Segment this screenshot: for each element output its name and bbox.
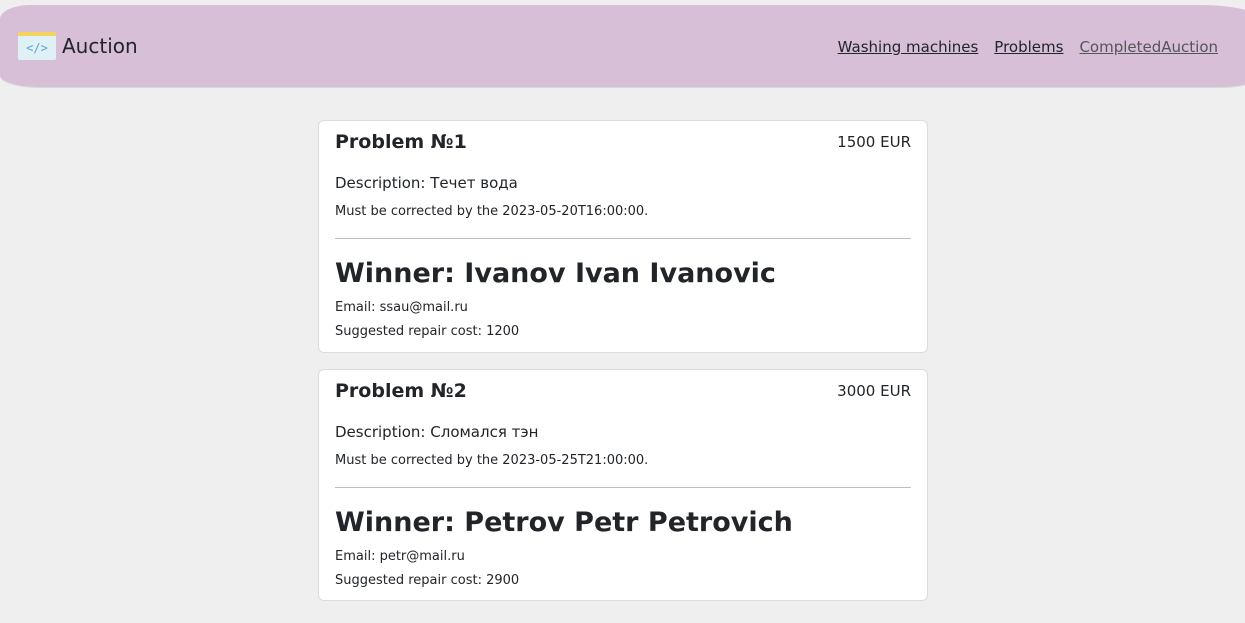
top-navbar: </> Auction Washing machines Problems Co… xyxy=(0,5,1245,87)
winner-email: Email: ssau@mail.ru xyxy=(335,300,468,315)
winner-email: Email: petr@mail.ru xyxy=(335,549,465,564)
brand-link[interactable]: </> Auction xyxy=(18,32,138,60)
problem-description: Description: Сломался тэн xyxy=(335,423,539,441)
card-header: Problem №2 3000 EUR xyxy=(335,370,911,414)
divider xyxy=(335,487,911,488)
problem-deadline: Must be corrected by the 2023-05-20T16:0… xyxy=(335,204,649,219)
winner-name: Winner: Petrov Petr Petrovich xyxy=(335,507,793,538)
nav-washing-machines[interactable]: Washing machines xyxy=(838,38,979,56)
card-header: Problem №1 1500 EUR xyxy=(335,121,911,165)
main-nav: Washing machines Problems CompletedAucti… xyxy=(838,38,1218,56)
svg-text:</>: </> xyxy=(26,41,48,55)
problem-deadline: Must be corrected by the 2023-05-25T21:0… xyxy=(335,453,649,468)
problem-title: Problem №1 xyxy=(335,131,467,153)
brand-name: Auction xyxy=(62,34,138,58)
nav-problems[interactable]: Problems xyxy=(994,38,1063,56)
problem-description: Description: Течет вода xyxy=(335,174,518,192)
winner-name: Winner: Ivanov Ivan Ivanovic xyxy=(335,258,776,289)
problem-price: 3000 EUR xyxy=(837,382,911,400)
divider xyxy=(335,238,911,239)
suggested-cost: Suggested repair cost: 2900 xyxy=(335,573,520,588)
problem-title: Problem №2 xyxy=(335,380,467,402)
suggested-cost: Suggested repair cost: 1200 xyxy=(335,324,520,339)
problem-price: 1500 EUR xyxy=(837,133,911,151)
problem-card: Problem №2 3000 EUR Description: Сломалс… xyxy=(318,369,928,601)
problem-card: Problem №1 1500 EUR Description: Течет в… xyxy=(318,120,928,353)
code-icon: </> xyxy=(18,32,56,60)
nav-completed-auction[interactable]: CompletedAuction xyxy=(1079,38,1218,56)
